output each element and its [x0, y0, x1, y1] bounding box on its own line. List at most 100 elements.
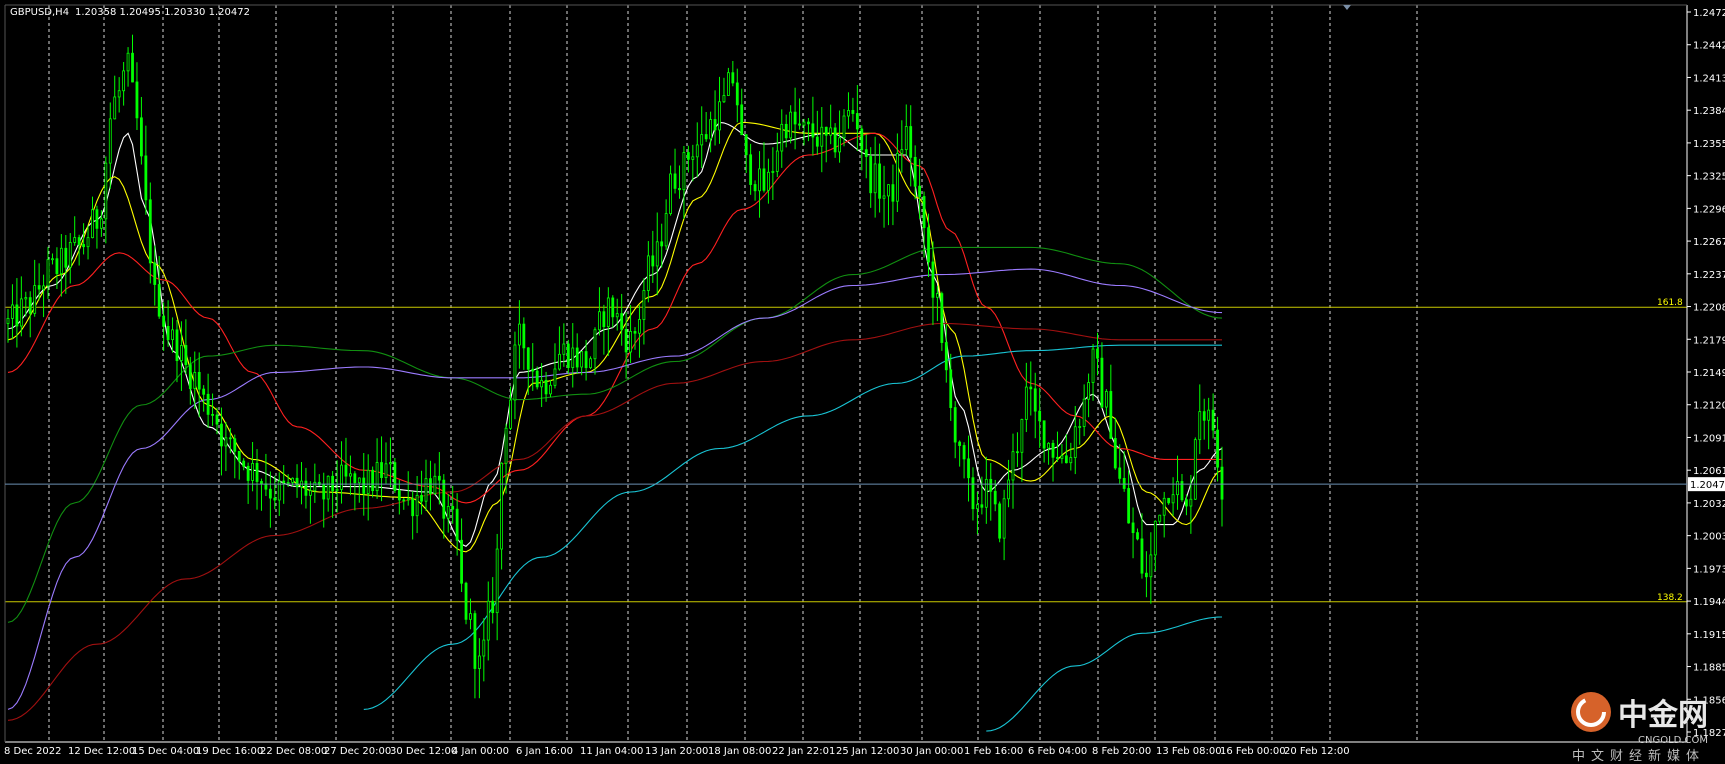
candle-body — [162, 315, 166, 327]
current-price-label: 1.20472 — [1690, 480, 1725, 491]
candle-body — [451, 506, 455, 510]
candle-body — [909, 126, 913, 158]
candle-body — [144, 155, 148, 201]
candle-body — [51, 258, 54, 261]
candle-body — [526, 347, 530, 370]
candle-body — [415, 494, 419, 517]
time-tick-label: 8 Dec 2022 — [4, 746, 62, 757]
candle-body — [860, 128, 864, 151]
candle-body — [1073, 426, 1077, 458]
logo-english: CNGOLD.COM — [1638, 735, 1708, 746]
candle-body — [1127, 488, 1131, 524]
candle-body — [767, 171, 770, 191]
candle-body — [233, 438, 237, 452]
candle-body — [437, 475, 441, 481]
candle-body — [148, 199, 152, 264]
candle-body — [900, 149, 904, 154]
candle-body — [482, 639, 486, 657]
candle-body — [1096, 348, 1099, 359]
candle-body — [1118, 467, 1122, 479]
candle-body — [242, 460, 246, 467]
candle-body — [580, 351, 584, 368]
candle-body — [28, 297, 32, 314]
candle-body — [984, 478, 988, 508]
candle-body — [349, 473, 352, 477]
ohlc-values: 1.20358 1.20495 1.20330 1.20472 — [75, 7, 250, 18]
candle-body — [522, 323, 526, 349]
candle-body — [1033, 388, 1037, 412]
candle-body — [77, 237, 81, 245]
candle-body — [695, 144, 699, 158]
candle-body — [153, 262, 157, 285]
candle-body — [1002, 498, 1006, 539]
candle-body — [771, 170, 775, 173]
candle-body — [1167, 497, 1171, 504]
candle-body — [1078, 426, 1082, 428]
fib-label: 138.2 — [1657, 593, 1683, 603]
candle-body — [117, 90, 121, 98]
candle-body — [1145, 572, 1148, 578]
candle-body — [833, 127, 837, 153]
candle-body — [798, 123, 801, 126]
candle-body — [291, 477, 295, 483]
candle-body — [255, 462, 259, 482]
candle-body — [1087, 382, 1090, 400]
candle-body — [673, 173, 677, 189]
candle-body — [584, 351, 588, 369]
candle-body — [273, 497, 277, 501]
candle-body — [922, 196, 926, 229]
candle-body — [326, 475, 330, 500]
price-tick-label: 1.19445 — [1693, 597, 1725, 608]
candle-body — [1100, 357, 1104, 408]
candle-body — [228, 437, 232, 440]
candle-body — [651, 255, 655, 267]
candle-body — [108, 118, 112, 164]
price-tick-label: 1.19150 — [1693, 630, 1725, 641]
candle-body — [389, 462, 392, 465]
candle-body — [962, 445, 966, 460]
candle-body — [740, 104, 744, 136]
candle-body — [1185, 499, 1188, 507]
candle-body — [775, 150, 779, 172]
candle-body — [1149, 554, 1153, 578]
candle-body — [197, 371, 201, 390]
candle-body — [864, 149, 868, 157]
candle-body — [193, 371, 197, 389]
candle-body — [340, 464, 343, 490]
candle-body — [166, 326, 170, 341]
candle-body — [375, 462, 379, 492]
candle-body — [646, 255, 650, 291]
candle-body — [251, 462, 254, 481]
candle-body — [95, 209, 99, 229]
candle-body — [1011, 451, 1015, 481]
candle-body — [1007, 479, 1010, 500]
price-tick-label: 1.24130 — [1693, 73, 1725, 84]
time-tick-label: 20 Feb 12:00 — [1284, 746, 1350, 757]
candle-body — [42, 285, 45, 290]
candle-body — [544, 379, 548, 395]
candle-body — [1082, 398, 1086, 427]
candle-body — [976, 504, 979, 510]
candle-body — [980, 504, 984, 508]
time-tick-label: 6 Feb 04:00 — [1028, 746, 1087, 757]
candle-body — [1220, 466, 1224, 500]
candle-body — [878, 163, 881, 199]
candle-body — [531, 368, 535, 372]
candle-body — [211, 413, 214, 416]
price-tick-label: 1.23255 — [1693, 172, 1725, 183]
candle-body — [308, 490, 312, 496]
price-tick-label: 1.23550 — [1693, 139, 1725, 150]
candle-body — [33, 285, 37, 314]
candle-body — [362, 477, 366, 494]
price-chart[interactable]: 161.8 138.2 1.24720 1.24425 1.24130 1.23840 1… — [0, 0, 1725, 764]
candle-body — [935, 293, 939, 298]
candle-body — [1158, 514, 1162, 522]
candle-body — [82, 244, 85, 248]
time-tick-label: 13 Feb 08:00 — [1156, 746, 1222, 757]
price-tick-label: 1.22375 — [1693, 270, 1725, 281]
candle-body — [1193, 439, 1197, 500]
candle-body — [131, 52, 134, 83]
candle-body — [433, 475, 437, 494]
candle-body — [726, 72, 730, 96]
candle-body — [353, 473, 357, 484]
